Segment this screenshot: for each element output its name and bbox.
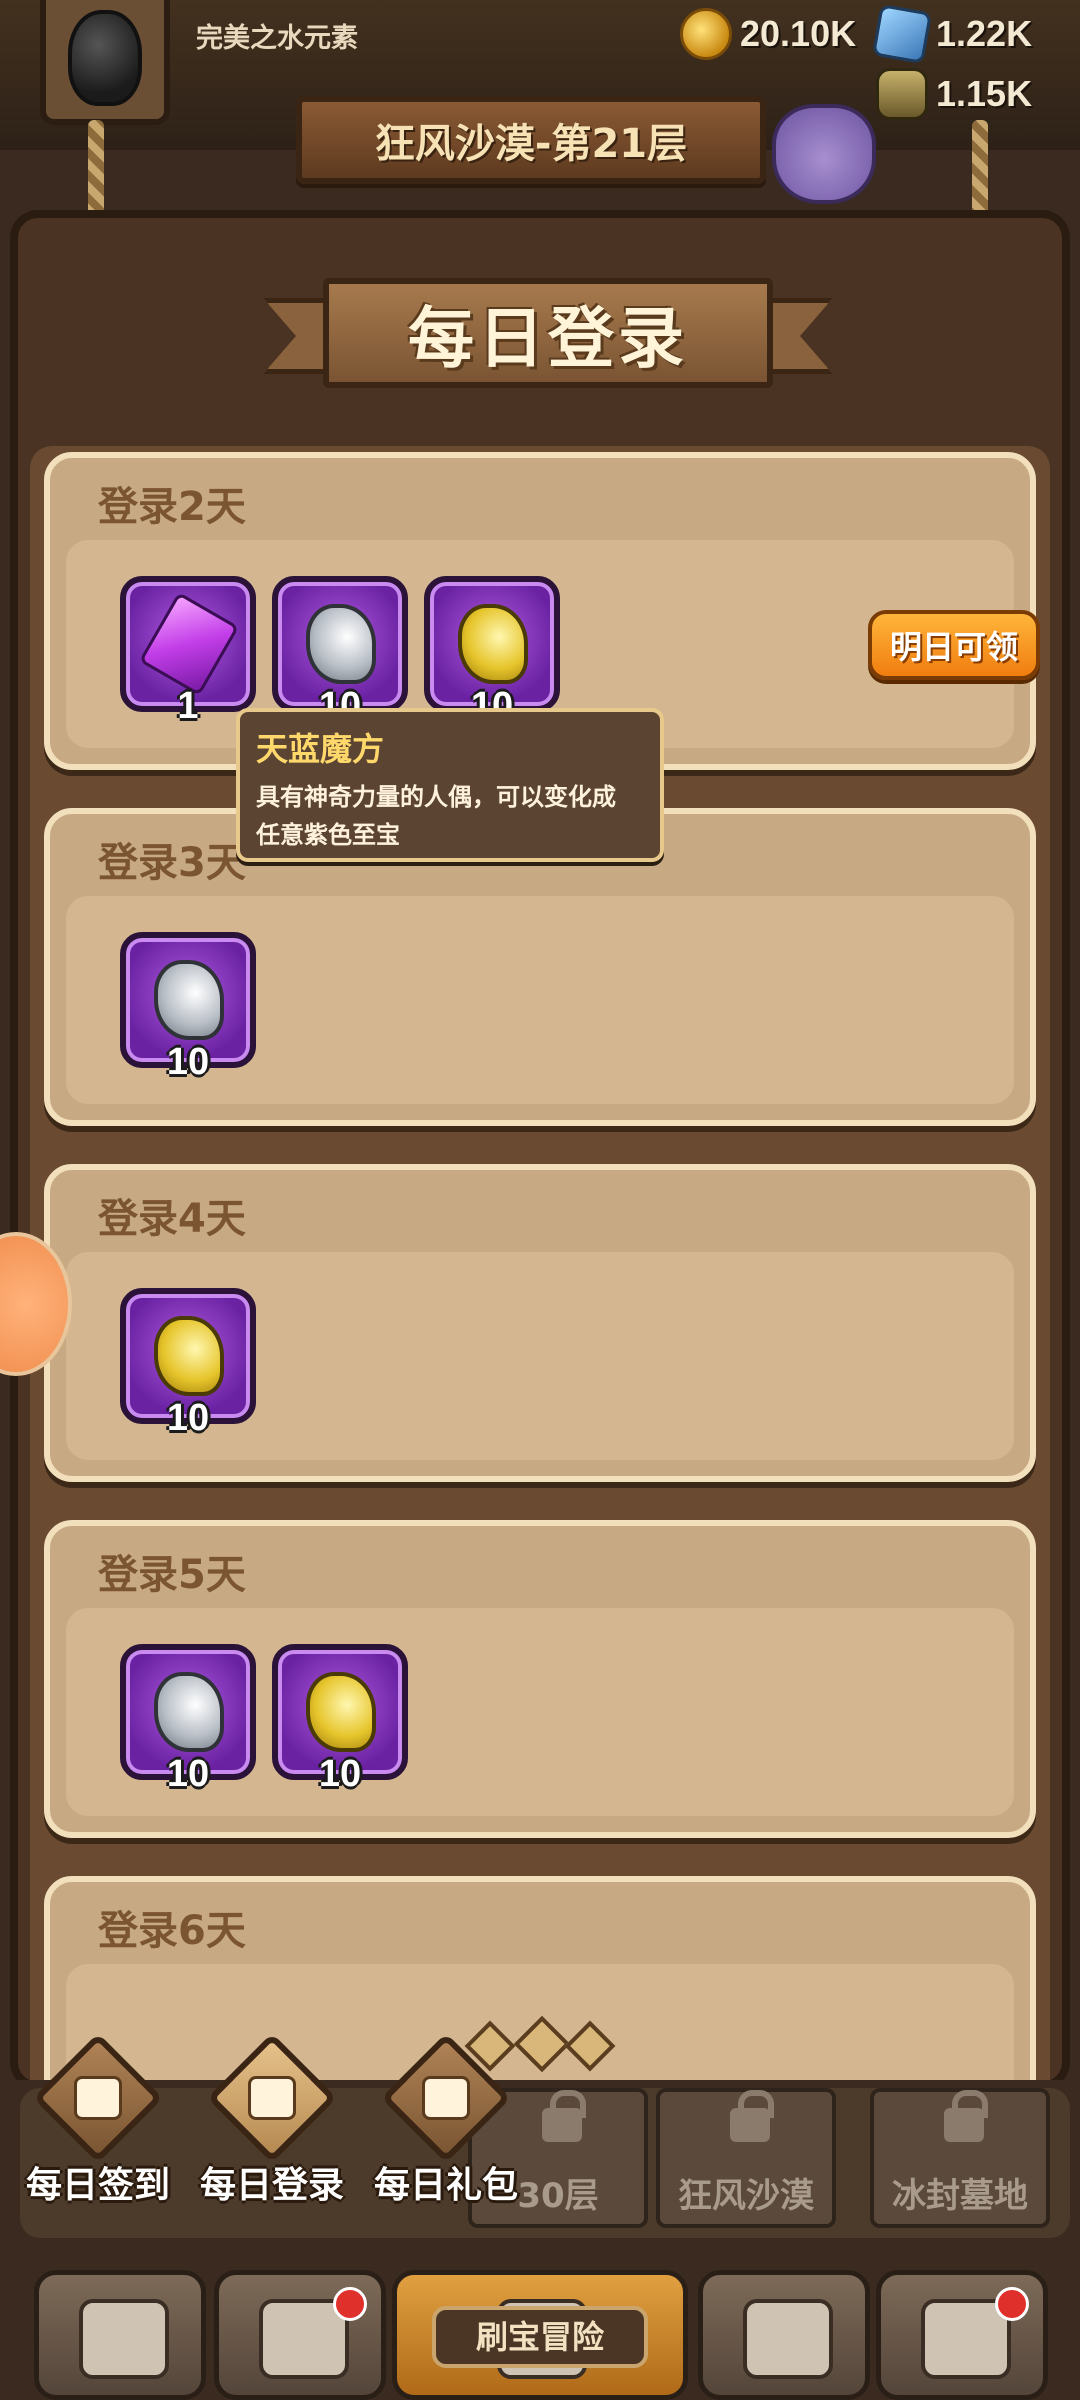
player-name: 完美之水元素 [196, 23, 358, 54]
gem-counter[interactable]: 1.22K [871, 3, 1033, 65]
claim-tomorrow-button[interactable]: 明日可领 [868, 610, 1040, 680]
jar-icon [876, 68, 928, 120]
nav-center-label: 刷宝冒险 [432, 2306, 648, 2368]
day-label: 登录3天 [98, 840, 246, 886]
floor-title: 狂风沙漠-第21层 [374, 121, 688, 167]
panel-title: 每日登录 [408, 300, 688, 377]
day-label: 登录2天 [98, 484, 246, 530]
login-day-card: 登录5天 10 10 [44, 1520, 1036, 1838]
player-avatar[interactable] [40, 0, 170, 125]
shop-icon [79, 2299, 169, 2379]
item-quantity: 10 [166, 1753, 210, 1795]
day-label: 登录5天 [98, 1552, 246, 1598]
notification-dot [995, 2287, 1029, 2321]
nav-shop[interactable] [34, 2270, 206, 2400]
reward-item[interactable]: 10 [120, 932, 256, 1083]
purple-cube-icon [138, 591, 240, 697]
lock-icon [944, 2090, 988, 2142]
gold-counter[interactable]: 20.10K [680, 8, 857, 60]
item-quantity: 10 [166, 1041, 210, 1083]
tab-label: 每日礼包 [373, 2165, 518, 2206]
reward-item[interactable]: 10 [120, 1288, 256, 1439]
reward-item[interactable]: 10 [272, 576, 408, 727]
login-day-card: 登录4天 10 [44, 1164, 1036, 1482]
reward-item[interactable]: 10 [272, 1644, 408, 1795]
money-bag-icon [422, 2076, 470, 2120]
silver-scroll-icon [306, 604, 376, 684]
jar-counter[interactable]: 1.15K [876, 68, 1033, 120]
item-quantity: 10 [318, 1753, 362, 1795]
tab-daily-checkin[interactable]: 每日签到 [8, 2032, 188, 2206]
tab-label: 每日登录 [199, 2165, 344, 2206]
tab-daily-pack[interactable]: 每日礼包 [356, 2032, 536, 2206]
daily-login-panel: 每日登录 登录2天 1 10 10 明日可领 登录3天 10 登录4天 10 登… [10, 210, 1070, 2198]
gold-scroll-icon [306, 1672, 376, 1752]
stage-label: 冰封墓地 [892, 2176, 1028, 2216]
gold-scroll-icon [154, 1316, 224, 1396]
gold-value: 20.10K [740, 13, 857, 54]
backpack-icon [743, 2299, 833, 2379]
tab-daily-login[interactable]: 每日登录 [182, 2032, 362, 2206]
lock-icon [730, 2090, 774, 2142]
silver-scroll-icon [154, 960, 224, 1040]
reward-item[interactable]: 10 [120, 1644, 256, 1795]
nav-backpack[interactable] [698, 2270, 870, 2400]
nav-hero[interactable] [214, 2270, 386, 2400]
stage-label: 狂风沙漠 [678, 2176, 814, 2216]
gold-scroll-icon [458, 604, 528, 684]
floor-banner[interactable]: 狂风沙漠-第21层 [296, 96, 766, 184]
item-quantity: 10 [166, 1397, 210, 1439]
calendar-check-icon [74, 2076, 122, 2120]
jar-value: 1.15K [936, 73, 1033, 114]
panel-title-ribbon: 每日登录 [263, 278, 833, 398]
item-quantity: 1 [177, 685, 199, 727]
item-tooltip: 天蓝魔方 具有神奇力量的人偶，可以变化成 任意紫色至宝 [236, 708, 664, 862]
gift-icon [248, 2076, 296, 2120]
gold-coin-icon [680, 8, 732, 60]
locked-stage[interactable]: 冰封墓地 [870, 2088, 1050, 2228]
lock-icon [542, 2090, 586, 2142]
nav-forge[interactable] [876, 2270, 1048, 2400]
silver-scroll-icon [154, 1672, 224, 1752]
day-label: 登录4天 [98, 1196, 246, 1242]
reward-item[interactable]: 1 [120, 576, 256, 727]
reward-item[interactable]: 10 [424, 576, 560, 727]
tab-label: 每日签到 [25, 2165, 170, 2206]
day-label: 登录6天 [98, 1908, 246, 1954]
gem-icon [871, 3, 933, 65]
tooltip-title: 天蓝魔方 [256, 730, 385, 768]
bottom-area: 30层 狂风沙漠 冰封墓地 每日签到 每日登录 每日礼包 刷宝冒险 [0, 2032, 1080, 2400]
tooltip-description: 具有神奇力量的人偶，可以变化成 任意紫色至宝 [256, 783, 616, 849]
locked-stage[interactable]: 狂风沙漠 [656, 2088, 836, 2228]
notification-dot [333, 2287, 367, 2321]
cat-pet-icon[interactable] [772, 104, 876, 204]
gem-value: 1.22K [936, 13, 1033, 54]
helmet-icon [68, 10, 142, 106]
